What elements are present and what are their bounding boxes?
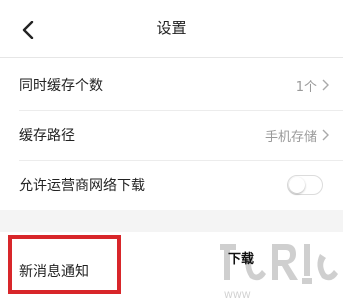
section-gap: [0, 210, 343, 232]
setting-row-allow-cellular: 允许运营商网络下载: [0, 161, 343, 210]
setting-label: 缓存路径: [19, 128, 75, 144]
setting-row-cache-path[interactable]: 缓存路径 手机存储: [0, 111, 343, 160]
toggle-knob: [289, 177, 305, 193]
svg-text:WWW: WWW: [224, 291, 251, 301]
chevron-right-icon: [322, 129, 329, 141]
highlight-box: [8, 235, 121, 294]
chevron-right-icon: [322, 79, 329, 91]
watermark-logo: WWW: [220, 244, 338, 301]
setting-value: 1个: [295, 80, 317, 95]
setting-row-cache-count[interactable]: 同时缓存个数 1个: [0, 58, 343, 110]
page-title: 设置: [156, 19, 187, 37]
setting-value: 手机存储: [264, 130, 317, 145]
watermark-text: 下载: [228, 252, 255, 267]
cellular-download-toggle[interactable]: [287, 175, 323, 195]
setting-label: 同时缓存个数: [19, 78, 103, 94]
setting-label: 允许运营商网络下载: [19, 178, 145, 194]
nav-bar: 设置: [0, 0, 343, 58]
